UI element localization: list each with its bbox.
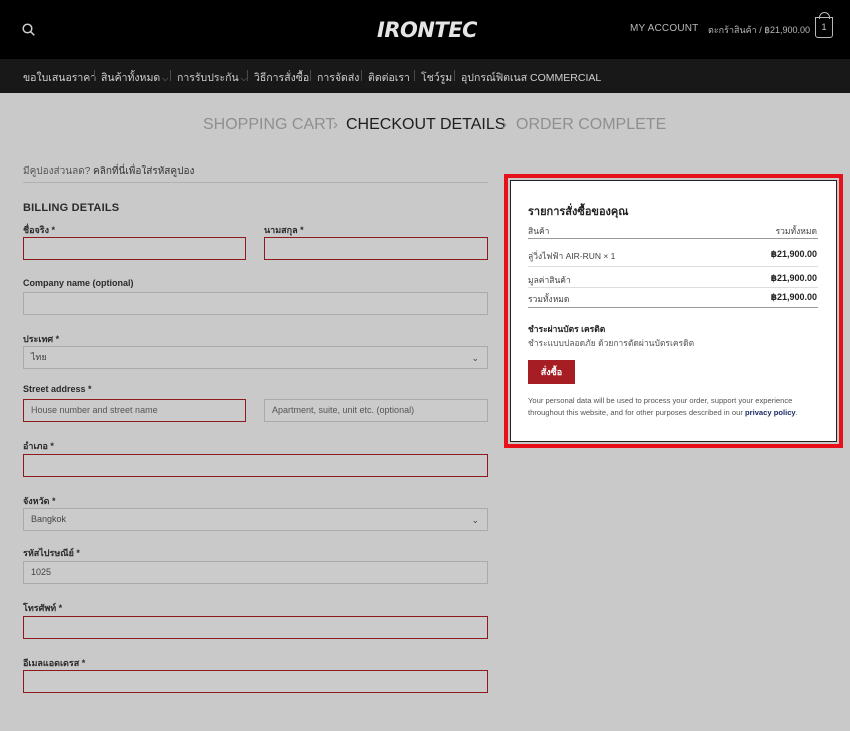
email-label: อีเมลแอดเดรส * (23, 658, 86, 668)
company-label: Company name (optional) (23, 278, 134, 288)
street-address-field[interactable]: House number and street name (23, 399, 246, 422)
street-label: Street address * (23, 384, 92, 394)
street-address2-field[interactable]: Apartment, suite, unit etc. (optional) (264, 399, 488, 422)
main-nav: ขอใบเสนอราคา สินค้าทั้งหมด ⌵ การรับประกัน… (0, 59, 850, 93)
subtotal-label: มูลค่าสินค้า (528, 275, 571, 285)
nav-item-shipping[interactable]: การจัดส่ง (317, 69, 359, 86)
subtotal-value: ฿21,900.00 (770, 273, 817, 283)
coupon-notice: มีคูปองส่วนลด? คลิกที่นี่เพื่อใส่รหัสคูป… (23, 164, 194, 179)
top-header: IRONTEC MY ACCOUNT ตะกร้าสินค้า / ฿21,90… (0, 0, 850, 59)
divider (528, 266, 818, 267)
nav-divider (170, 70, 171, 81)
phone-label: โทรศัพท์ * (23, 603, 63, 613)
nav-item-how-to-order[interactable]: วิธีการสั่งซื้อ (254, 69, 309, 86)
email-field[interactable] (23, 670, 488, 693)
postcode-value: 1025 (31, 567, 52, 577)
logo-text: IRONTEC (377, 18, 477, 42)
order-review-panel: รายการสั่งซื้อของคุณ สินค้า รวมทั้งหมด ล… (510, 180, 837, 442)
nav-item-commercial[interactable]: อุปกรณ์ฟิตเนส COMMERCIAL (461, 69, 601, 86)
divider (528, 307, 818, 308)
privacy-policy-link[interactable]: privacy policy (745, 408, 796, 417)
postcode-field[interactable]: 1025 (23, 561, 488, 584)
district-label: อำเภอ * (23, 441, 54, 451)
country-label: ประเทศ * (23, 334, 60, 344)
nav-divider (94, 70, 95, 81)
last-name-field[interactable] (264, 237, 488, 260)
order-title: รายการสั่งซื้อของคุณ (528, 206, 629, 218)
cart-icon[interactable]: 1 (815, 12, 833, 38)
last-name-label: นามสกุล * (264, 225, 304, 235)
nav-divider (454, 70, 455, 81)
divider (23, 182, 488, 183)
nav-item-contact[interactable]: ติดต่อเรา (368, 69, 410, 86)
province-select[interactable]: Bangkok ⌄ (23, 508, 488, 531)
place-order-button[interactable]: สั่งซื้อ (528, 360, 575, 384)
cart-link[interactable]: ตะกร้าสินค้า / ฿21,900.00 (708, 23, 810, 37)
nav-item-warranty[interactable]: การรับประกัน ⌵ (177, 69, 247, 86)
total-value: ฿21,900.00 (770, 292, 817, 302)
breadcrumb-shopping-cart[interactable]: SHOPPING CART (203, 116, 335, 134)
first-name-field[interactable] (23, 237, 246, 260)
nav-divider (247, 70, 248, 81)
nav-item-label: โชว์รูม (421, 72, 453, 84)
country-select[interactable]: ไทย ⌄ (23, 346, 488, 369)
chevron-down-icon: ⌄ (471, 353, 479, 363)
privacy-end: . (795, 408, 798, 417)
province-label: จังหวัด * (23, 496, 56, 506)
divider (528, 287, 818, 288)
col-total-header: รวมทั้งหมด (775, 226, 817, 236)
nav-item-label: การรับประกัน (177, 72, 239, 84)
breadcrumb-separator: › (502, 116, 507, 133)
nav-divider (414, 70, 415, 81)
chevron-down-icon: ⌄ (471, 515, 479, 525)
postcode-label: รหัสไปรษณีย์ * (23, 548, 80, 558)
nav-item-all-products[interactable]: สินค้าทั้งหมด ⌵ (101, 69, 168, 86)
breadcrumb-order-complete: ORDER COMPLETE (516, 116, 667, 133)
nav-divider (310, 70, 311, 81)
street-placeholder: House number and street name (31, 405, 158, 415)
chevron-down-icon: ⌵ (240, 74, 247, 83)
order-item-name: ลู่วิ่งไฟฟ้า AIR-RUN × 1 (528, 251, 616, 261)
total-label: รวมทั้งหมด (528, 294, 570, 304)
privacy-note: Your personal data will be used to proce… (528, 395, 823, 419)
province-value: Bangkok (31, 514, 67, 524)
nav-item-label: การจัดส่ง (317, 72, 360, 84)
nav-item-label: อุปกรณ์ฟิตเนส COMMERCIAL (461, 72, 602, 84)
billing-title: BILLING DETAILS (23, 202, 120, 214)
my-account-link[interactable]: MY ACCOUNT (630, 23, 699, 34)
company-field[interactable] (23, 292, 488, 315)
payment-method-desc: ชำระแบบปลอดภัย ด้วยการตัดผ่านบัตรเครดิต (528, 338, 695, 348)
country-value: ไทย (31, 352, 47, 362)
nav-item-label: ติดต่อเรา (368, 72, 410, 84)
coupon-text: มีคูปองส่วนลด? (23, 166, 91, 177)
district-field[interactable] (23, 454, 488, 477)
coupon-link[interactable]: คลิกที่นี่เพื่อใส่รหัสคูปอง (93, 166, 194, 177)
nav-item-label: สินค้าทั้งหมด (101, 72, 161, 84)
cart-count: 1 (821, 22, 827, 32)
chevron-down-icon: ⌵ (162, 74, 169, 83)
nav-item-label: ขอใบเสนอราคา (23, 72, 97, 84)
phone-field[interactable] (23, 616, 488, 639)
nav-divider (361, 70, 362, 81)
col-product-header: สินค้า (528, 226, 550, 236)
first-name-label: ชื่อจริง * (23, 225, 56, 235)
breadcrumb-checkout-details: CHECKOUT DETAILS (346, 116, 506, 133)
divider (528, 238, 818, 239)
nav-item-label: วิธีการสั่งซื้อ (254, 72, 310, 84)
nav-item-showroom[interactable]: โชว์รูม (421, 69, 452, 86)
street2-placeholder: Apartment, suite, unit etc. (optional) (272, 405, 415, 415)
nav-item-quote[interactable]: ขอใบเสนอราคา (23, 69, 96, 86)
breadcrumb-separator: › (333, 116, 338, 133)
search-icon[interactable] (22, 23, 35, 36)
site-logo[interactable]: IRONTEC (377, 15, 477, 43)
payment-method-title: ชำระผ่านบัตร เครดิต (528, 324, 606, 334)
order-item-price: ฿21,900.00 (770, 249, 817, 259)
